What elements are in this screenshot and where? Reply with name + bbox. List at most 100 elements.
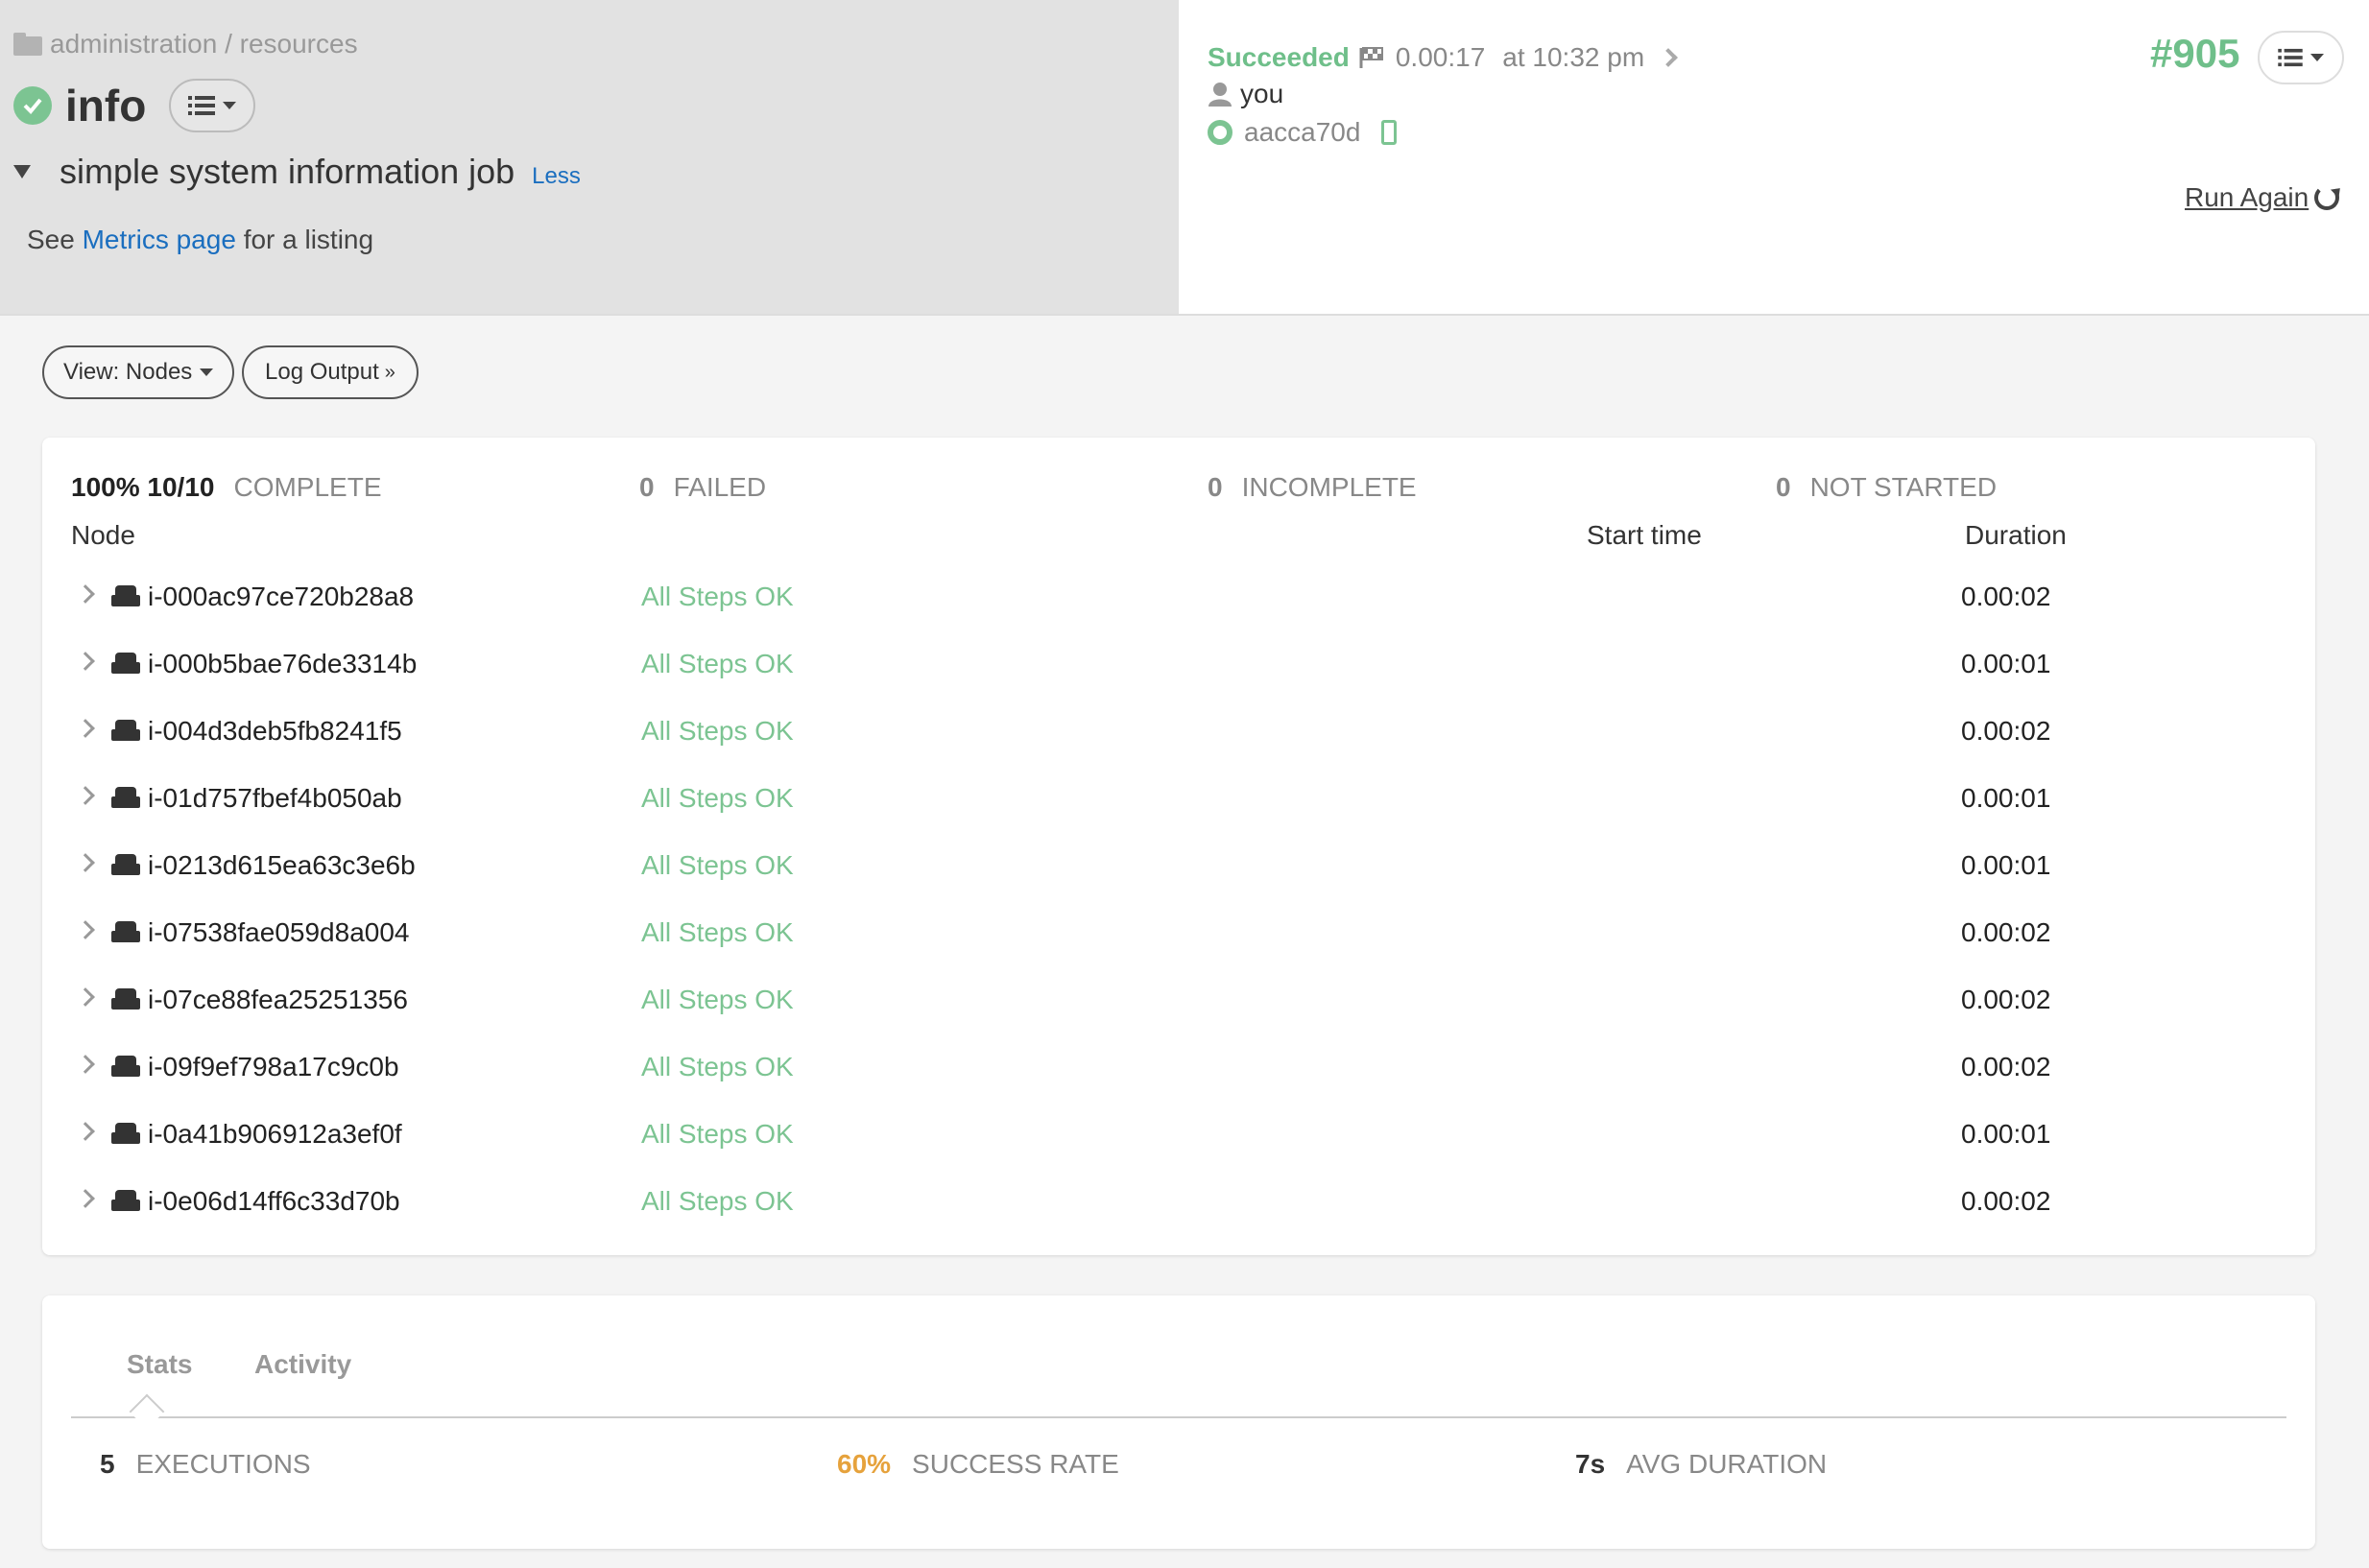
chevron-right-icon[interactable] — [76, 652, 95, 671]
execution-user: you — [1208, 79, 1283, 109]
summary-complete: 100% 10/10 COMPLETE — [71, 472, 382, 503]
commit-row: aacca70d — [1208, 117, 1398, 148]
execution-actions-button[interactable] — [2258, 31, 2344, 84]
collapse-triangle-icon[interactable] — [13, 165, 31, 178]
active-tab-indicator — [129, 1393, 165, 1430]
run-again-label[interactable]: Run Again — [2185, 182, 2309, 213]
user-name: you — [1240, 79, 1284, 108]
avg-duration-label: AVG DURATION — [1626, 1449, 1828, 1479]
title-row: info — [13, 79, 256, 132]
folder-icon — [13, 33, 42, 56]
node-name[interactable]: i-07538fae059d8a004 — [148, 917, 409, 948]
complete-label: COMPLETE — [233, 472, 382, 502]
node-duration: 0.00:01 — [1961, 649, 2051, 678]
stat-avg-duration: 7s AVG DURATION — [1575, 1449, 1827, 1480]
incomplete-label: INCOMPLETE — [1241, 472, 1417, 502]
node-row[interactable]: i-000ac97ce720b28a8 All Steps OK 0.00:02 — [42, 562, 2315, 630]
node-duration: 0.00:02 — [1961, 716, 2051, 746]
node-row[interactable]: i-07ce88fea25251356 All Steps OK 0.00:02 — [42, 965, 2315, 1033]
node-name[interactable]: i-07ce88fea25251356 — [148, 985, 408, 1015]
node-status: All Steps OK — [641, 582, 794, 611]
node-name[interactable]: i-004d3deb5fb8241f5 — [148, 716, 402, 747]
header-divider — [0, 314, 2369, 316]
node-name[interactable]: i-000ac97ce720b28a8 — [148, 582, 414, 612]
flag-icon — [1359, 47, 1383, 68]
node-row[interactable]: i-09f9ef798a17c9c0b All Steps OK 0.00:02 — [42, 1033, 2315, 1100]
log-label: Log Output — [265, 359, 379, 385]
node-row[interactable]: i-07538fae059d8a004 All Steps OK 0.00:02 — [42, 898, 2315, 965]
list-icon — [2278, 48, 2303, 67]
summary-incomplete: 0 INCOMPLETE — [1208, 472, 1417, 503]
server-icon — [111, 1056, 140, 1077]
node-name[interactable]: i-0a41b906912a3ef0f — [148, 1119, 402, 1150]
chevron-right-icon[interactable] — [1659, 48, 1679, 67]
execution-number[interactable]: #905 — [2150, 31, 2239, 77]
node-row[interactable]: i-0213d615ea63c3e6b All Steps OK 0.00:01 — [42, 831, 2315, 898]
chevron-down-icon — [2310, 54, 2324, 61]
chevron-right-icon[interactable] — [76, 719, 95, 738]
view-label: View: Nodes — [63, 359, 193, 385]
node-status: All Steps OK — [641, 783, 794, 813]
summary-failed: 0 FAILED — [639, 472, 766, 503]
node-duration: 0.00:02 — [1961, 582, 2051, 611]
breadcrumb[interactable]: administration / resources — [13, 29, 358, 59]
job-header: administration / resources info simple s… — [0, 0, 1179, 315]
metrics-note: See Metrics page for a listing — [27, 225, 373, 255]
node-row[interactable]: i-0e06d14ff6c33d70b All Steps OK 0.00:02 — [42, 1167, 2315, 1234]
check-circle-icon — [13, 86, 52, 125]
chevron-right-icon[interactable] — [76, 853, 95, 872]
stat-success-rate: 60% SUCCESS RATE — [837, 1449, 1119, 1480]
status-ring-icon — [1208, 120, 1232, 145]
avg-duration-value: 7s — [1575, 1449, 1606, 1479]
commit-id[interactable]: aacca70d — [1244, 117, 1360, 148]
node-name[interactable]: i-0213d615ea63c3e6b — [148, 850, 416, 881]
column-header-start-time: Start time — [1587, 520, 1702, 550]
success-rate-label: SUCCESS RATE — [912, 1449, 1119, 1479]
node-status: All Steps OK — [641, 917, 794, 947]
node-name[interactable]: i-0e06d14ff6c33d70b — [148, 1186, 400, 1217]
chevron-right-icon[interactable] — [76, 920, 95, 939]
chevron-right-icon[interactable] — [76, 987, 95, 1007]
chevron-right-icon[interactable] — [76, 1055, 95, 1074]
node-row[interactable]: i-01d757fbef4b050ab All Steps OK 0.00:01 — [42, 764, 2315, 831]
node-duration: 0.00:01 — [1961, 850, 2051, 880]
node-row[interactable]: i-0a41b906912a3ef0f All Steps OK 0.00:01 — [42, 1100, 2315, 1167]
execution-status: Succeeded — [1208, 42, 1350, 72]
node-duration: 0.00:02 — [1961, 1052, 2051, 1081]
node-name[interactable]: i-09f9ef798a17c9c0b — [148, 1052, 399, 1082]
job-actions-button[interactable] — [169, 79, 256, 132]
node-duration: 0.00:01 — [1961, 1119, 2051, 1149]
server-icon — [111, 787, 140, 808]
less-link[interactable]: Less — [532, 163, 581, 190]
tab-stats[interactable]: Stats — [127, 1349, 192, 1380]
tab-activity[interactable]: Activity — [254, 1349, 351, 1380]
executions-value: 5 — [100, 1449, 115, 1479]
server-icon — [111, 720, 140, 741]
node-duration: 0.00:02 — [1961, 1186, 2051, 1216]
chevron-right-icon[interactable] — [76, 786, 95, 805]
success-rate-value: 60% — [837, 1449, 892, 1479]
node-status: All Steps OK — [641, 716, 794, 746]
chevron-right-icon[interactable] — [76, 584, 95, 604]
server-icon — [111, 585, 140, 606]
view-nodes-dropdown[interactable]: View: Nodes — [42, 345, 235, 399]
chevron-right-icon[interactable] — [76, 1189, 95, 1208]
node-status: All Steps OK — [641, 1052, 794, 1081]
column-header-duration: Duration — [1965, 520, 2067, 550]
node-row[interactable]: i-000b5bae76de3314b All Steps OK 0.00:01 — [42, 630, 2315, 697]
run-again-link[interactable]: Run Again — [2185, 182, 2340, 213]
node-name[interactable]: i-000b5bae76de3314b — [148, 649, 417, 679]
node-status: All Steps OK — [641, 1119, 794, 1149]
log-output-button[interactable]: Log Output » — [242, 345, 419, 399]
metrics-page-link[interactable]: Metrics page — [83, 225, 236, 254]
chevron-right-icon[interactable] — [76, 1122, 95, 1141]
node-name[interactable]: i-01d757fbef4b050ab — [148, 783, 402, 814]
metrics-note-suffix: for a listing — [243, 225, 374, 254]
stats-panel: Stats Activity 5 EXECUTIONS 60% SUCCESS … — [42, 1295, 2315, 1549]
node-duration: 0.00:02 — [1961, 917, 2051, 947]
metrics-note-prefix: See — [27, 225, 75, 254]
breadcrumb-text[interactable]: administration / resources — [50, 29, 358, 59]
server-icon — [111, 653, 140, 674]
node-row[interactable]: i-004d3deb5fb8241f5 All Steps OK 0.00:02 — [42, 697, 2315, 764]
job-description: simple system information job — [60, 152, 515, 191]
